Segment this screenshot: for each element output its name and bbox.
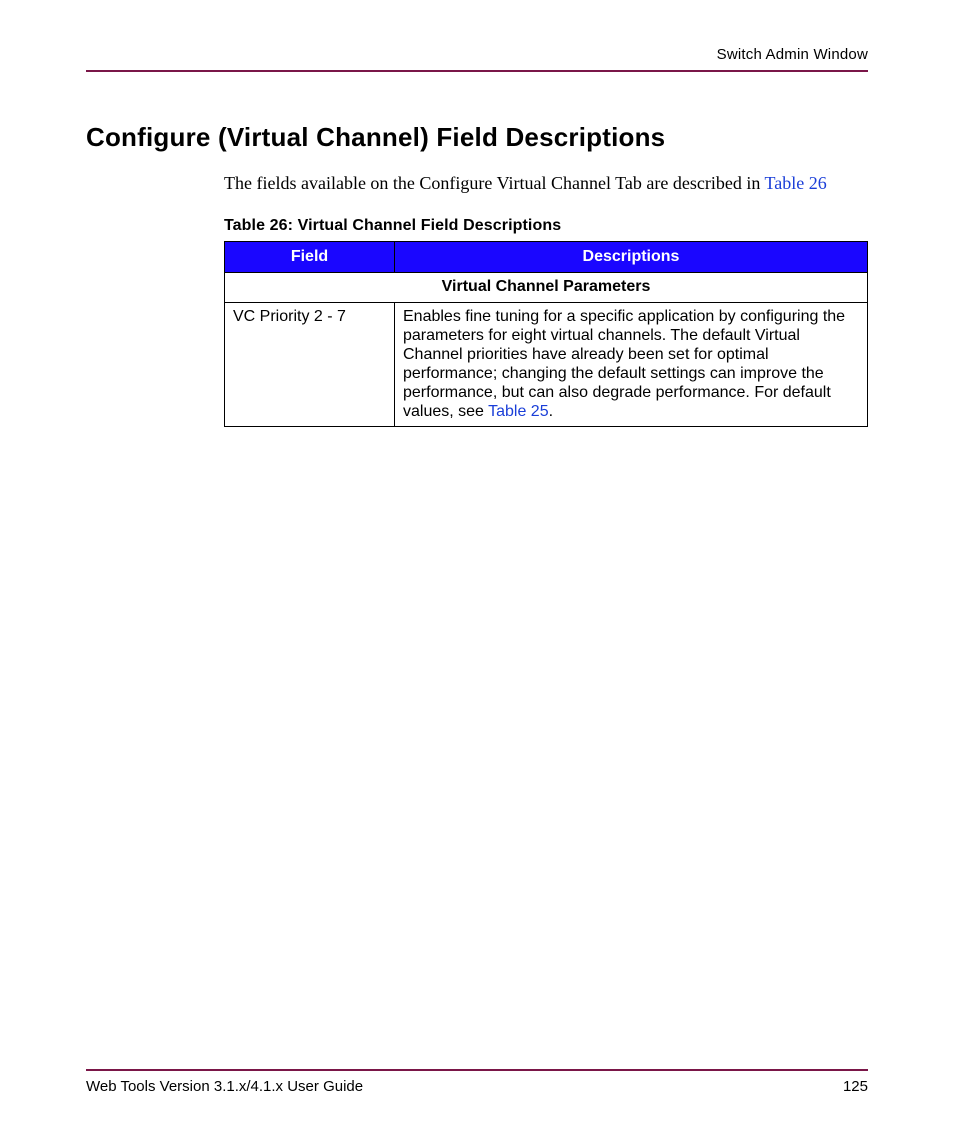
footer-page-number: 125 — [843, 1078, 868, 1095]
intro-text: The fields available on the Configure Vi… — [224, 173, 765, 193]
col-header-descriptions: Descriptions — [395, 242, 868, 273]
table-subheader-row: Virtual Channel Parameters — [225, 273, 868, 303]
desc-text-post: . — [549, 403, 553, 420]
desc-link[interactable]: Table 25 — [488, 403, 549, 420]
cell-field: VC Priority 2 - 7 — [225, 303, 395, 427]
header-rule — [86, 70, 868, 72]
col-header-field: Field — [225, 242, 395, 273]
desc-text-pre: Enables fine tuning for a specific appli… — [403, 308, 845, 419]
footer-rule — [86, 1069, 868, 1071]
cell-description: Enables fine tuning for a specific appli… — [395, 303, 868, 427]
table-header-row: Field Descriptions — [225, 242, 868, 273]
intro-paragraph: The fields available on the Configure Vi… — [224, 171, 868, 195]
footer-left: Web Tools Version 3.1.x/4.1.x User Guide — [86, 1078, 363, 1095]
intro-link[interactable]: Table 26 — [765, 173, 827, 193]
page: Switch Admin Window Configure (Virtual C… — [0, 0, 954, 1145]
running-header: Switch Admin Window — [717, 46, 868, 63]
table-caption: Table 26: Virtual Channel Field Descript… — [224, 217, 868, 235]
table-row: VC Priority 2 - 7 Enables fine tuning fo… — [225, 303, 868, 427]
section-heading: Configure (Virtual Channel) Field Descri… — [86, 122, 868, 153]
subheader-cell: Virtual Channel Parameters — [225, 273, 868, 303]
field-descriptions-table: Field Descriptions Virtual Channel Param… — [224, 241, 868, 427]
